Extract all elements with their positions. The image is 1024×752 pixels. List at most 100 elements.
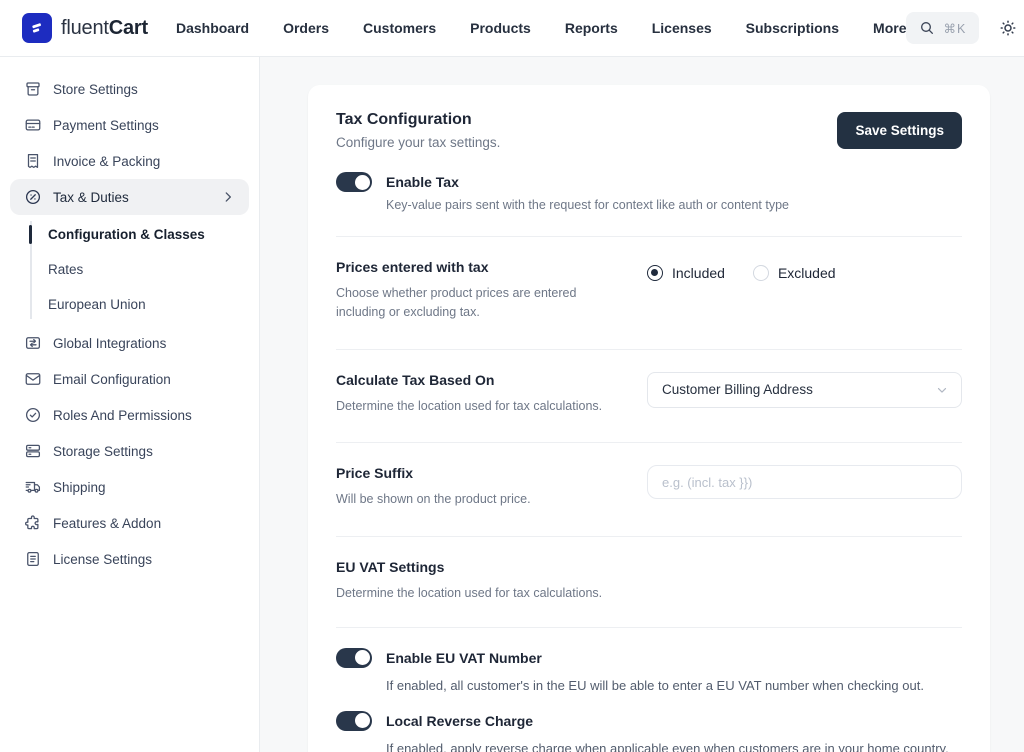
sidebar-item-store-settings[interactable]: Store Settings (10, 71, 249, 107)
truck-icon (24, 478, 42, 496)
radio-option-excluded[interactable]: Excluded (753, 265, 836, 281)
eu-vat-settings-description: Determine the location used for tax calc… (336, 584, 932, 603)
server-icon (24, 442, 42, 460)
calculate-tax-select[interactable]: Customer Billing Address (647, 372, 962, 408)
percent-circle-icon (24, 188, 42, 206)
page-subtitle: Configure your tax settings. (336, 135, 500, 150)
enable-eu-vat-description: If enabled, all customer's in the EU wil… (386, 678, 962, 693)
enable-eu-vat-toggle[interactable] (336, 648, 372, 668)
local-reverse-charge-description: If enabled, apply reverse charge when ap… (386, 741, 962, 752)
eu-vat-toggles: Enable EU VAT Number If enabled, all cus… (336, 628, 962, 752)
sidebar-item-tax-duties[interactable]: Tax & Duties (10, 179, 249, 215)
sidebar-item-label: Email Configuration (53, 372, 171, 387)
sidebar-item-roles-permissions[interactable]: Roles And Permissions (10, 397, 249, 433)
nav-products[interactable]: Products (470, 20, 531, 36)
sidebar-item-label: License Settings (53, 552, 152, 567)
subitem-rates[interactable]: Rates (30, 252, 259, 287)
calculate-tax-row: Calculate Tax Based On Determine the loc… (336, 350, 962, 442)
prices-entered-row: Prices entered with tax Choose whether p… (336, 237, 962, 349)
brand-name: fluentCart (61, 17, 148, 40)
toggle-knob (355, 175, 370, 190)
search-icon (919, 20, 935, 36)
card-header: Tax Configuration Configure your tax set… (336, 111, 962, 150)
search-button[interactable]: ⌘K (906, 12, 979, 44)
envelope-icon (24, 370, 42, 388)
sidebar-item-license-settings[interactable]: License Settings (10, 541, 249, 577)
radio-excluded (753, 265, 769, 281)
nav-orders[interactable]: Orders (283, 20, 329, 36)
sidebar-item-label: Store Settings (53, 82, 138, 97)
prices-entered-description: Choose whether product prices are entere… (336, 284, 617, 323)
nav-licenses[interactable]: Licenses (652, 20, 712, 36)
topbar-actions: ⌘K (906, 12, 1024, 44)
sidebar-item-label: Global Integrations (53, 336, 166, 351)
calculate-tax-description: Determine the location used for tax calc… (336, 397, 617, 416)
sidebar-item-label: Storage Settings (53, 444, 153, 459)
radio-option-included[interactable]: Included (647, 265, 725, 281)
price-suffix-label: Price Suffix (336, 465, 617, 481)
nav-dashboard[interactable]: Dashboard (176, 20, 249, 36)
main-content: Tax Configuration Configure your tax set… (260, 57, 1024, 752)
toggle-knob (355, 713, 370, 728)
radio-excluded-label: Excluded (778, 265, 836, 281)
sidebar-item-email-configuration[interactable]: Email Configuration (10, 361, 249, 397)
calculate-tax-label: Calculate Tax Based On (336, 372, 617, 388)
sidebar-item-label: Features & Addon (53, 516, 161, 531)
settings-sidebar: Store Settings Payment Settings Invoice … (0, 57, 260, 752)
sidebar-item-payment-settings[interactable]: Payment Settings (10, 107, 249, 143)
tax-duties-submenu: Configuration & Classes Rates European U… (30, 215, 259, 325)
document-icon (24, 550, 42, 568)
sidebar-item-features-addon[interactable]: Features & Addon (10, 505, 249, 541)
subitem-configuration-classes[interactable]: Configuration & Classes (30, 217, 259, 252)
radio-included-label: Included (672, 265, 725, 281)
price-suffix-input[interactable] (647, 465, 962, 499)
topbar: fluentCart Dashboard Orders Customers Pr… (0, 0, 1024, 57)
sidebar-item-global-integrations[interactable]: Global Integrations (10, 325, 249, 361)
page-title: Tax Configuration (336, 111, 500, 129)
nav-more[interactable]: More (873, 20, 906, 36)
toggle-knob (355, 650, 370, 665)
sun-icon (999, 19, 1017, 37)
enable-tax-description: Key-value pairs sent with the request fo… (386, 198, 789, 212)
sidebar-item-label: Payment Settings (53, 118, 159, 133)
enable-eu-vat-label: Enable EU VAT Number (386, 650, 542, 666)
prices-entered-label: Prices entered with tax (336, 259, 617, 275)
enable-tax-toggle[interactable] (336, 172, 372, 192)
save-settings-button[interactable]: Save Settings (837, 112, 962, 149)
prices-entered-radio-group: Included Excluded (647, 265, 962, 281)
sidebar-item-label: Roles And Permissions (53, 408, 192, 423)
price-suffix-description: Will be shown on the product price. (336, 490, 617, 509)
nav-customers[interactable]: Customers (363, 20, 436, 36)
price-suffix-row: Price Suffix Will be shown on the produc… (336, 443, 962, 535)
credit-card-icon (24, 116, 42, 134)
local-reverse-charge-row: Local Reverse Charge (336, 711, 962, 731)
sidebar-item-invoice-packing[interactable]: Invoice & Packing (10, 143, 249, 179)
chevron-right-icon (221, 190, 235, 204)
calculate-tax-selected-value: Customer Billing Address (662, 382, 813, 397)
enable-tax-label: Enable Tax (386, 174, 789, 190)
enable-eu-vat-row: Enable EU VAT Number (336, 648, 962, 668)
brand-logo[interactable]: fluentCart (22, 13, 148, 43)
top-navigation: Dashboard Orders Customers Products Repo… (176, 20, 907, 36)
subitem-european-union[interactable]: European Union (30, 287, 259, 322)
eu-vat-settings-label: EU VAT Settings (336, 559, 932, 575)
chevron-down-icon (935, 383, 949, 397)
fluentcart-logo-icon (22, 13, 52, 43)
nav-subscriptions[interactable]: Subscriptions (746, 20, 839, 36)
local-reverse-charge-toggle[interactable] (336, 711, 372, 731)
store-icon (24, 80, 42, 98)
sidebar-item-storage-settings[interactable]: Storage Settings (10, 433, 249, 469)
check-circle-icon (24, 406, 42, 424)
tax-configuration-card: Tax Configuration Configure your tax set… (308, 85, 990, 752)
sidebar-item-label: Invoice & Packing (53, 154, 160, 169)
theme-toggle-button[interactable] (999, 19, 1017, 37)
search-shortcut: ⌘K (943, 21, 966, 36)
integrations-icon (24, 334, 42, 352)
sidebar-item-shipping[interactable]: Shipping (10, 469, 249, 505)
nav-reports[interactable]: Reports (565, 20, 618, 36)
puzzle-icon (24, 514, 42, 532)
radio-included (647, 265, 663, 281)
local-reverse-charge-label: Local Reverse Charge (386, 713, 533, 729)
eu-vat-settings-row: EU VAT Settings Determine the location u… (336, 537, 962, 627)
invoice-icon (24, 152, 42, 170)
